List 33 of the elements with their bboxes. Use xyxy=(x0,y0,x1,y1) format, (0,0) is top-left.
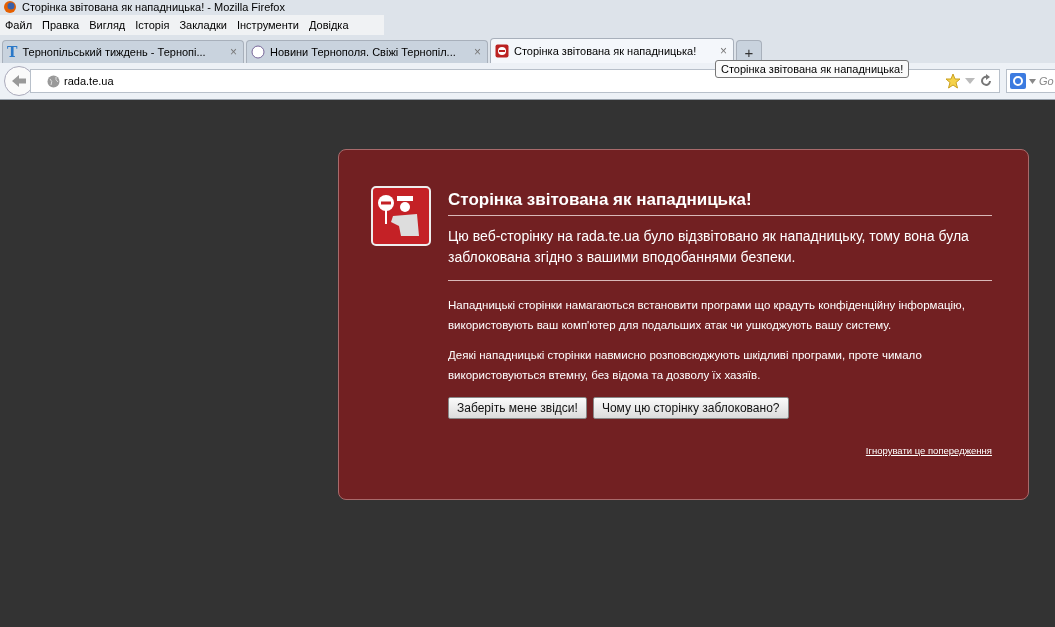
site-icon xyxy=(251,45,265,59)
star-icon[interactable] xyxy=(945,73,961,89)
browser-tab[interactable]: Сторінка звітована як нападницька! × xyxy=(490,38,734,63)
back-arrow-icon xyxy=(11,74,27,88)
dropdown-icon[interactable] xyxy=(1029,78,1036,84)
menu-item[interactable]: Правка xyxy=(37,19,85,31)
tooltip: Сторінка звітована як нападницька! xyxy=(715,60,910,78)
warning-lead: Цю веб-сторінку на rada.te.ua було відзвітовано як нападницьку, тому вона була заблокована згідно з вашими вподобаннями безпеки. xyxy=(448,226,992,281)
browser-logo-icon xyxy=(4,1,16,13)
get-me-out-button[interactable]: Заберіть мене звідси! xyxy=(448,397,587,419)
close-icon[interactable]: × xyxy=(720,44,727,58)
browser-tab[interactable]: T Тернопільський тиждень - Тернопі... × xyxy=(2,40,244,63)
menu-item[interactable]: Інструменти xyxy=(232,19,304,31)
why-blocked-button[interactable]: Чому цю сторінку заблоковано? xyxy=(592,397,789,419)
menu-item[interactable]: Історія xyxy=(130,19,175,31)
window-title: Сторінка звітована як нападницька! - Mozilla Firefox xyxy=(22,1,285,13)
menu-item[interactable]: Вигляд xyxy=(84,19,131,31)
police-officer-icon xyxy=(371,186,431,246)
search-field[interactable]: Go xyxy=(1006,69,1055,93)
browser-tab[interactable]: Новини Тернополя. Свіжі Тернопіл... × xyxy=(246,40,488,63)
ignore-warning-link[interactable]: Ігнорувати це попередження xyxy=(865,445,992,456)
search-engine-icon xyxy=(1010,73,1026,89)
menu-item[interactable]: Закладки xyxy=(174,19,232,31)
reload-icon[interactable] xyxy=(979,74,993,88)
warning-title: Сторінка звітована як нападницька! xyxy=(448,190,992,216)
site-icon: T xyxy=(7,44,18,60)
warning-paragraph: Нападницькі сторінки намагаються встановити програми що крадуть конфіденційну інформацію, використовують ваш комп'ютер для подальших атак чи ушкоджують вашу систему. xyxy=(448,298,966,333)
dropdown-icon[interactable] xyxy=(965,77,975,85)
globe-icon xyxy=(47,74,60,88)
menu-item[interactable]: Довідка xyxy=(303,19,354,31)
blocked-icon xyxy=(495,44,509,58)
menu-item[interactable]: Файл xyxy=(0,19,38,31)
warning-paragraph: Деякі нападницькі сторінки навмисно розповсюджують шкідливі програми, проте чимало використовуються втемну, без відома та дозволу їх хазяїв. xyxy=(448,348,923,383)
